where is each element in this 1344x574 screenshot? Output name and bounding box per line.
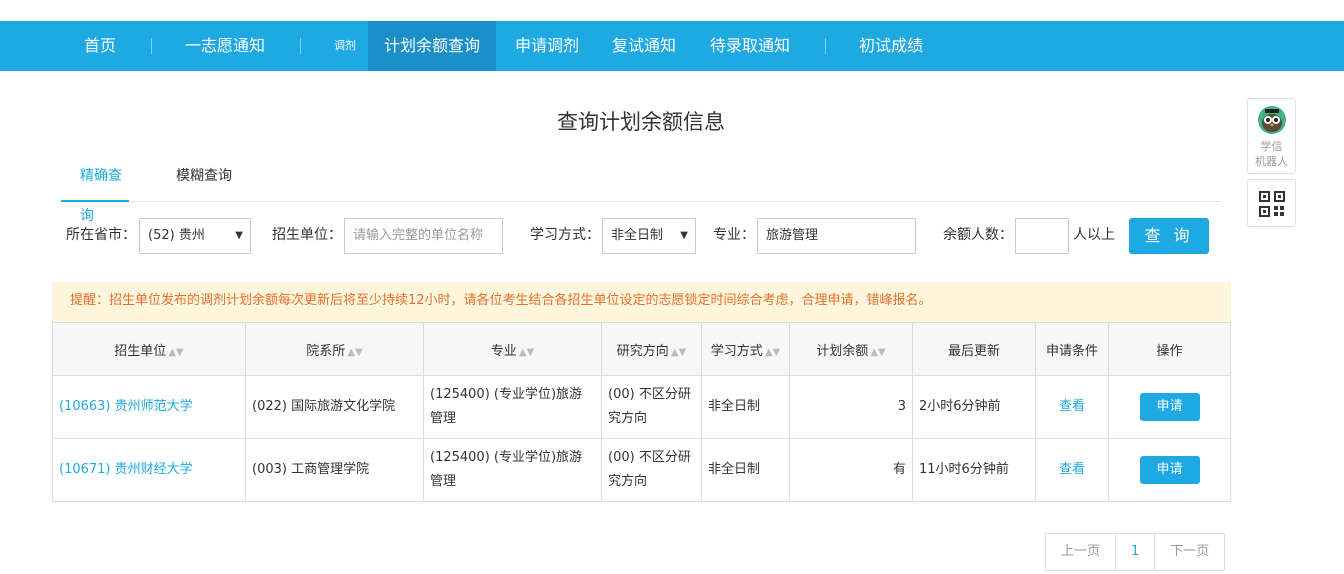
nav-divider [825,38,826,54]
table-header-row: 招生单位 ▲▼ 院系所 ▲▼ 专业 ▲▼ 研究方向 ▲▼ 学习方式 ▲▼ 计划余额 ▲▼ 最… [52,322,1231,376]
unit-input[interactable]: 请输入完整的单位名称 [344,218,503,254]
sort-icon: ▲▼ [168,346,184,358]
direction-cell: (00) 不区分研究方向 [601,438,702,502]
major-cell: (125400) (专业学位)旅游管理 [423,438,602,502]
view-condition-link[interactable]: 查看 [1059,399,1085,414]
apply-button[interactable]: 申请 [1139,393,1200,421]
view-condition-link[interactable]: 查看 [1059,462,1085,477]
top-navigation: 首页 一志愿通知 调剂 计划余额查询 申请调剂 复试通知 待录取通知 初试成绩 [0,21,1344,71]
study-mode-value: 非全日制 [611,228,664,243]
remain-count-input[interactable] [1015,218,1069,254]
nav-first-choice-notice[interactable]: 一志愿通知 [185,21,265,71]
nav-pending-admission-notice[interactable]: 待录取通知 [710,21,790,71]
dept-cell: (003) 工商管理学院 [245,438,424,502]
table-row: (10663) 贵州师范大学 (022) 国际旅游文化学院 (125400) (… [52,375,1231,439]
major-label: 专业： [713,227,755,243]
results-table: 招生单位 ▲▼ 院系所 ▲▼ 专业 ▲▼ 研究方向 ▲▼ 学习方式 ▲▼ 计划余额 ▲▼ 最… [52,322,1231,502]
page-title: 查询计划余额信息 [557,110,725,134]
nav-adjust-label: 调剂 [334,39,356,52]
chevron-down-icon: ▼ [235,230,243,241]
remain-cell: 有 [789,438,913,502]
robot-label: 学信 机器人 [1255,140,1288,168]
study-mode-label: 学习方式： [530,227,600,243]
prev-page-button[interactable]: 上一页 [1046,534,1115,570]
study-mode-cell: 非全日制 [701,438,790,502]
nav-plan-balance-query[interactable]: 计划余额查询 [368,21,497,71]
unit-label: 招生单位： [272,227,342,243]
province-value: (52) 贵州 [148,228,205,243]
pagination: 上一页 1 下一页 [1045,533,1226,571]
col-condition: 申请条件 [1035,322,1109,376]
province-select[interactable]: (52) 贵州 ▼ [139,218,251,254]
col-unit[interactable]: 招生单位 ▲▼ [52,322,246,376]
col-remain[interactable]: 计划余额 ▲▼ [789,322,913,376]
col-major[interactable]: 专业 ▲▼ [423,322,602,376]
updated-cell: 2小时6分钟前 [912,375,1036,439]
major-cell: (125400) (专业学位)旅游管理 [423,375,602,439]
apply-button[interactable]: 申请 [1139,456,1200,484]
next-page-button[interactable]: 下一页 [1154,534,1224,570]
qr-code-icon [1259,191,1285,217]
nav-home[interactable]: 首页 [84,21,116,71]
tab-exact-query[interactable]: 精确查询 [61,156,129,224]
province-label: 所在省市： [66,227,136,243]
chevron-down-icon: ▼ [680,230,688,241]
nav-divider [300,38,301,54]
sort-icon: ▲▼ [347,346,363,358]
col-dept[interactable]: 院系所 ▲▼ [245,322,424,376]
major-input[interactable]: 旅游管理 [757,218,916,254]
study-mode-cell: 非全日制 [701,375,790,439]
remain-cell: 3 [789,375,913,439]
col-action: 操作 [1108,322,1231,376]
nav-initial-scores[interactable]: 初试成绩 [859,21,923,71]
unit-link[interactable]: (10663) 贵州师范大学 [59,399,193,414]
col-direction[interactable]: 研究方向 ▲▼ [601,322,702,376]
query-tabs: 精确查询 模糊查询 [61,156,1221,224]
nav-retest-notice[interactable]: 复试通知 [612,21,676,71]
sort-icon: ▲▼ [764,346,781,358]
remain-label: 余额人数： [943,227,1013,243]
sort-icon: ▲▼ [870,346,886,358]
direction-cell: (00) 不区分研究方向 [601,375,702,439]
nav-apply-adjust[interactable]: 申请调剂 [515,21,579,71]
col-study-mode[interactable]: 学习方式 ▲▼ [701,322,790,376]
col-updated: 最后更新 [912,322,1036,376]
sort-icon: ▲▼ [518,346,535,358]
sort-icon: ▲▼ [670,346,687,358]
notice-banner: 提醒：招生单位发布的调剂计划余额每次更新后将至少持续12小时，请各位考生结合各招… [52,282,1231,322]
table-row: (10671) 贵州财经大学 (003) 工商管理学院 (125400) (专业… [52,438,1231,502]
study-mode-select[interactable]: 非全日制 ▼ [602,218,696,254]
remain-suffix: 人以上 [1073,227,1115,243]
tab-fuzzy-query[interactable]: 模糊查询 [176,156,232,202]
updated-cell: 11小时6分钟前 [912,438,1036,502]
robot-owl-icon [1258,106,1286,134]
unit-link[interactable]: (10671) 贵州财经大学 [59,462,193,477]
nav-divider [151,38,152,54]
robot-assistant-button[interactable]: 学信 机器人 [1247,98,1296,174]
page-number-current[interactable]: 1 [1115,534,1154,570]
qr-code-button[interactable] [1247,179,1296,227]
dept-cell: (022) 国际旅游文化学院 [245,375,424,439]
query-button[interactable]: 查 询 [1129,218,1209,254]
